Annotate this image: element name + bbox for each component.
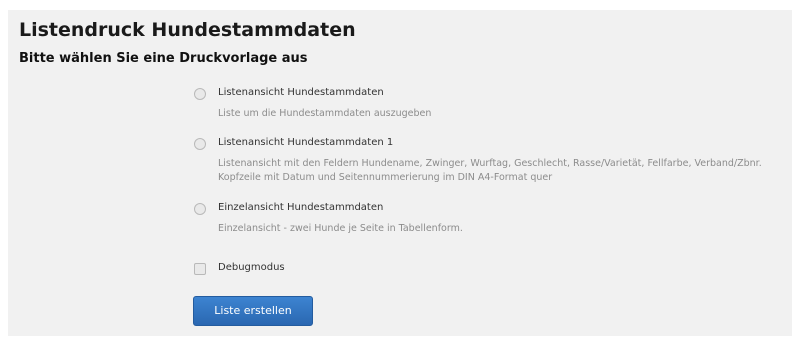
- liste-erstellen-button[interactable]: Liste erstellen: [193, 296, 313, 326]
- radio-einzelansicht[interactable]: [194, 203, 206, 215]
- option-description: Listenansicht mit den Feldern Hundename,…: [218, 158, 762, 183]
- option-listenansicht-1[interactable]: Listenansicht Hundestammdaten 1 Listenan…: [194, 136, 788, 185]
- option-label[interactable]: Einzelansicht Hundestammdaten: [218, 201, 463, 215]
- option-label[interactable]: Listenansicht Hundestammdaten: [218, 86, 431, 100]
- option-description: Liste um die Hundestammdaten auszugeben: [218, 108, 432, 119]
- checkbox-label[interactable]: Debugmodus: [218, 261, 285, 275]
- form-panel: Listendruck Hundestammdaten Bitte wählen…: [8, 10, 792, 336]
- debugmodus-checkbox[interactable]: [194, 263, 206, 275]
- option-description: Einzelansicht - zwei Hunde je Seite in T…: [218, 223, 463, 234]
- option-einzelansicht[interactable]: Einzelansicht Hundestammdaten Einzelansi…: [194, 201, 463, 236]
- radio-listenansicht-1[interactable]: [194, 138, 206, 150]
- option-debugmodus[interactable]: Debugmodus: [194, 261, 285, 275]
- option-label[interactable]: Listenansicht Hundestammdaten 1: [218, 136, 788, 150]
- page-title: Listendruck Hundestammdaten: [19, 19, 356, 41]
- page-subtitle: Bitte wählen Sie eine Druckvorlage aus: [19, 51, 308, 66]
- radio-listenansicht[interactable]: [194, 88, 206, 100]
- option-listenansicht[interactable]: Listenansicht Hundestammdaten Liste um d…: [194, 86, 431, 121]
